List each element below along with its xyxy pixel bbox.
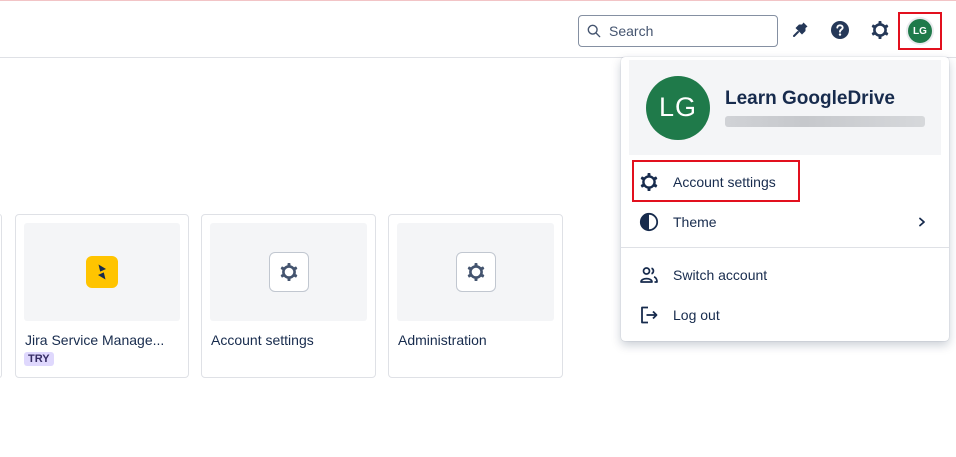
profile-info: Learn GoogleDrive — [725, 88, 925, 127]
search-box[interactable] — [578, 15, 778, 47]
menu-item-switch-account[interactable]: Switch account — [621, 255, 949, 295]
menu-item-account-settings[interactable]: Account settings — [621, 162, 949, 202]
menu-item-label: Switch account — [673, 267, 768, 283]
help-icon[interactable] — [828, 18, 852, 42]
menu-item-label: Account settings — [673, 174, 776, 190]
gear-icon — [639, 172, 659, 192]
theme-icon — [639, 212, 659, 232]
menu-item-label: Log out — [673, 307, 720, 323]
profile-email-redacted — [725, 116, 925, 127]
app-card-administration[interactable]: Administration — [388, 214, 563, 378]
gear-icon — [268, 252, 309, 292]
menu-item-label: Theme — [673, 214, 717, 230]
app-card-thumbnail — [210, 223, 367, 321]
notification-icon[interactable] — [788, 18, 812, 42]
profile-menu: LG Learn GoogleDrive Account settings Th… — [621, 57, 949, 341]
try-badge: TRY — [24, 352, 54, 366]
app-card-account-settings[interactable]: Account settings — [201, 214, 376, 378]
settings-icon[interactable] — [868, 18, 892, 42]
avatar: LG — [646, 75, 710, 140]
profile-name: Learn GoogleDrive — [725, 88, 895, 109]
search-input[interactable] — [609, 23, 769, 39]
top-navigation-bar: LG — [0, 1, 956, 58]
profile-header: LG Learn GoogleDrive — [629, 60, 941, 155]
menu-item-log-out[interactable]: Log out — [621, 295, 949, 335]
gear-icon — [455, 252, 496, 292]
avatar-initials: LG — [908, 19, 932, 43]
partial-app-card[interactable] — [0, 214, 2, 378]
menu-item-theme[interactable]: Theme — [621, 202, 949, 242]
app-card-name: Administration — [398, 332, 487, 348]
logout-icon — [639, 305, 659, 325]
app-card-name: Account settings — [211, 332, 314, 348]
jira-service-management-logo — [86, 256, 118, 288]
app-card-thumbnail — [397, 223, 554, 321]
app-card-name: Jira Service Manage... — [25, 332, 165, 348]
profile-avatar-button[interactable]: LG — [898, 12, 942, 50]
chevron-right-icon — [919, 217, 925, 227]
avatar: LG — [906, 17, 934, 45]
menu-divider — [621, 247, 949, 248]
search-icon — [587, 24, 601, 38]
people-icon — [639, 265, 659, 285]
app-card-thumbnail — [24, 223, 180, 321]
app-card-jira-service-management[interactable]: Jira Service Manage... TRY — [15, 214, 189, 378]
